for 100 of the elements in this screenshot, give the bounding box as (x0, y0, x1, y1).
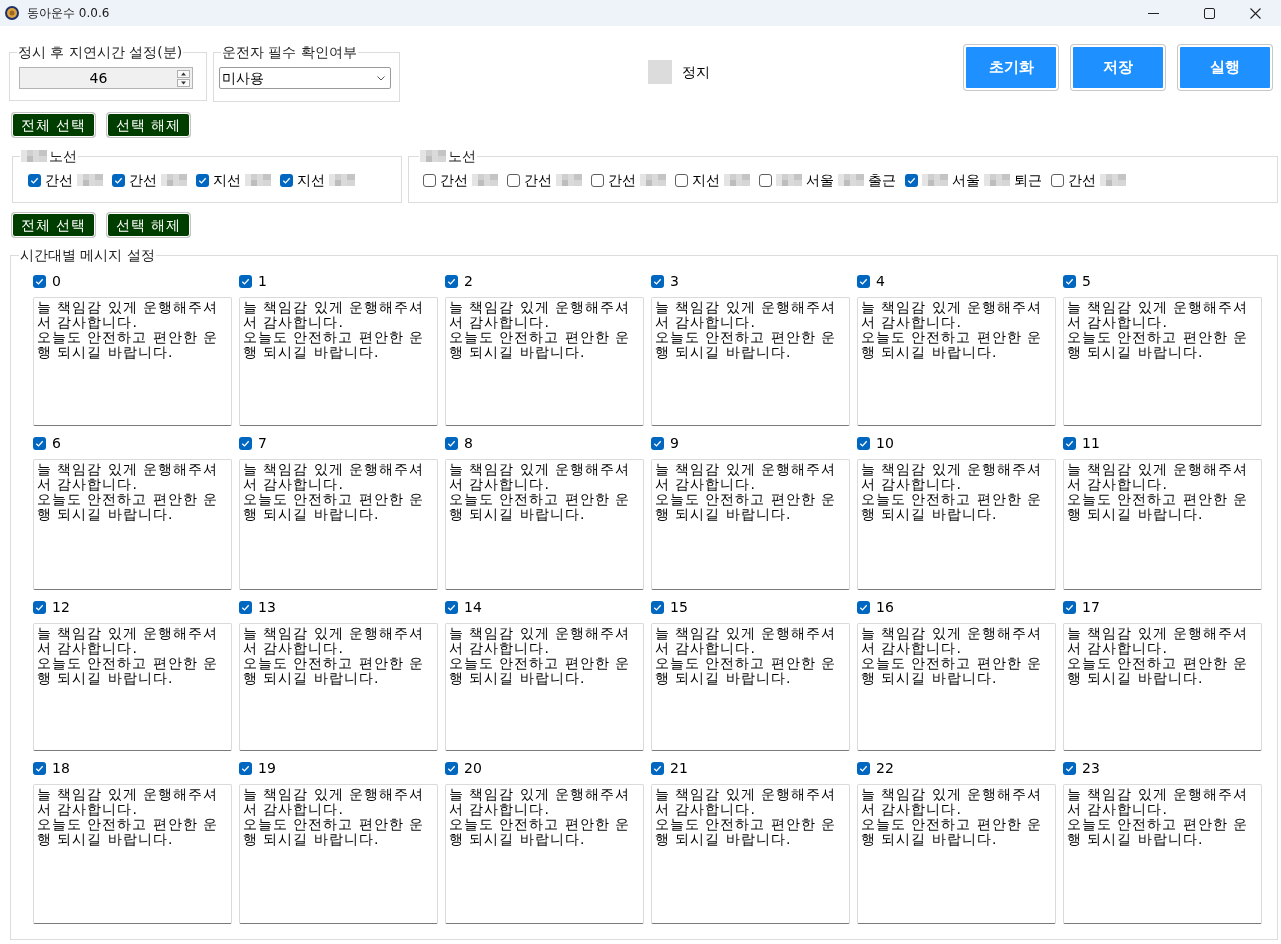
group-title: 시간대별 메시지 설정 (19, 246, 156, 264)
select-button[interactable]: 선택 해제 (107, 113, 190, 137)
checkbox[interactable] (857, 601, 870, 614)
hour-label: 15 (670, 598, 688, 617)
message-field[interactable]: 늘 책임감 있게 운행해주셔서 감사합니다. 오늘도 안전하고 편안한 운행 되시길 바랍니다. (651, 459, 850, 590)
message-field[interactable]: 늘 책임감 있게 운행해주셔서 감사합니다. 오늘도 안전하고 편안한 운행 되시길 바랍니다. (857, 297, 1056, 426)
checkbox-label: 간선 (608, 170, 636, 190)
pixelated-patch-icon (77, 174, 103, 186)
checkbox-label: 간선 (45, 170, 73, 190)
checkbox[interactable] (196, 173, 209, 187)
message-field[interactable]: 늘 책임감 있게 운행해주셔서 감사합니다. 오늘도 안전하고 편안한 운행 되시길 바랍니다. (1063, 784, 1262, 924)
message-field[interactable]: 늘 책임감 있게 운행해주셔서 감사합니다. 오늘도 안전하고 편안한 운행 되시길 바랍니다. (33, 784, 232, 924)
hour-label: 19 (258, 759, 276, 778)
message-field[interactable]: 늘 책임감 있게 운행해주셔서 감사합니다. 오늘도 안전하고 편안한 운행 되시길 바랍니다. (1063, 459, 1262, 590)
hour-label: 1 (258, 272, 267, 291)
checkbox[interactable] (1063, 762, 1076, 775)
pixelated-patch-icon (640, 174, 666, 186)
hour-label: 23 (1082, 759, 1100, 778)
message-field[interactable]: 늘 책임감 있게 운행해주셔서 감사합니다. 오늘도 안전하고 편안한 운행 되시길 바랍니다. (1063, 623, 1262, 751)
spin-up-icon[interactable] (177, 69, 190, 78)
checkbox-label: 지선 (297, 170, 325, 190)
checkbox[interactable] (651, 601, 664, 614)
hour-label: 8 (464, 434, 473, 453)
checkbox[interactable] (1063, 601, 1076, 614)
pixelated-patch-icon (420, 150, 446, 162)
checkbox[interactable] (507, 173, 520, 187)
checkbox-label: 서울 (952, 170, 980, 190)
checkbox[interactable] (905, 173, 918, 187)
checkbox[interactable] (445, 275, 458, 288)
pixelated-patch-icon (161, 174, 187, 186)
select-button[interactable]: 전체 선택 (12, 213, 95, 237)
number-field[interactable]: 46 (19, 67, 193, 89)
checkbox[interactable] (445, 601, 458, 614)
checkbox[interactable] (445, 762, 458, 775)
checkbox[interactable] (33, 437, 46, 450)
hour-label: 18 (52, 759, 70, 778)
pixelated-patch-icon (922, 174, 948, 186)
message-field[interactable]: 늘 책임감 있게 운행해주셔서 감사합니다. 오늘도 안전하고 편안한 운행 되시길 바랍니다. (445, 623, 644, 751)
checkbox[interactable] (1063, 437, 1076, 450)
checkbox[interactable] (1063, 275, 1076, 288)
hour-label: 12 (52, 598, 70, 617)
message-field[interactable]: 늘 책임감 있게 운행해주셔서 감사합니다. 오늘도 안전하고 편안한 운행 되시길 바랍니다. (239, 784, 438, 924)
group-title: 노선 (448, 147, 476, 165)
message-field[interactable]: 늘 책임감 있게 운행해주셔서 감사합니다. 오늘도 안전하고 편안한 운행 되시길 바랍니다. (445, 297, 644, 426)
message-field[interactable]: 늘 책임감 있게 운행해주셔서 감사합니다. 오늘도 안전하고 편안한 운행 되시길 바랍니다. (239, 459, 438, 590)
message-field[interactable]: 늘 책임감 있게 운행해주셔서 감사합니다. 오늘도 안전하고 편안한 운행 되시길 바랍니다. (239, 623, 438, 751)
checkbox[interactable] (445, 437, 458, 450)
message-field[interactable]: 늘 책임감 있게 운행해주셔서 감사합니다. 오늘도 안전하고 편안한 운행 되시길 바랍니다. (857, 784, 1056, 924)
dropdown[interactable]: 미사용 (219, 67, 391, 89)
checkbox-label: 서울 (806, 170, 834, 190)
hour-label: 4 (876, 272, 885, 291)
hour-label: 17 (1082, 598, 1100, 617)
pixelated-patch-icon (1100, 174, 1126, 186)
checkbox[interactable] (675, 173, 688, 187)
checkbox[interactable] (33, 275, 46, 288)
checkbox[interactable] (651, 275, 664, 288)
checkbox[interactable] (423, 173, 436, 187)
checkbox[interactable] (591, 173, 604, 187)
hour-label: 2 (464, 272, 473, 291)
checkbox[interactable] (28, 173, 41, 187)
hour-label: 11 (1082, 434, 1100, 453)
pixelated-patch-icon (776, 174, 802, 186)
select-button[interactable]: 전체 선택 (12, 113, 95, 137)
checkbox[interactable] (857, 437, 870, 450)
message-field[interactable]: 늘 책임감 있게 운행해주셔서 감사합니다. 오늘도 안전하고 편안한 운행 되시길 바랍니다. (651, 297, 850, 426)
message-field[interactable]: 늘 책임감 있게 운행해주셔서 감사합니다. 오늘도 안전하고 편안한 운행 되시길 바랍니다. (1063, 297, 1262, 426)
message-field[interactable]: 늘 책임감 있게 운행해주셔서 감사합니다. 오늘도 안전하고 편안한 운행 되시길 바랍니다. (857, 459, 1056, 590)
window-title: 동아운수 0.0.6 (27, 5, 110, 22)
checkbox[interactable] (33, 601, 46, 614)
hour-label: 14 (464, 598, 482, 617)
checkbox[interactable] (1051, 173, 1064, 187)
checkbox[interactable] (857, 762, 870, 775)
checkbox[interactable] (651, 437, 664, 450)
hour-label: 0 (52, 272, 61, 291)
minimize-icon (1147, 12, 1159, 14)
checkbox[interactable] (239, 601, 252, 614)
hour-label: 3 (670, 272, 679, 291)
message-field[interactable]: 늘 책임감 있게 운행해주셔서 감사합니다. 오늘도 안전하고 편안한 운행 되시길 바랍니다. (239, 297, 438, 426)
checkbox[interactable] (759, 173, 772, 187)
message-field[interactable]: 늘 책임감 있게 운행해주셔서 감사합니다. 오늘도 안전하고 편안한 운행 되시길 바랍니다. (33, 459, 232, 590)
checkbox[interactable] (239, 437, 252, 450)
checkbox[interactable] (112, 173, 125, 187)
message-field[interactable]: 늘 책임감 있게 운행해주셔서 감사합니다. 오늘도 안전하고 편안한 운행 되시길 바랍니다. (445, 784, 644, 924)
message-field[interactable]: 늘 책임감 있게 운행해주셔서 감사합니다. 오늘도 안전하고 편안한 운행 되시길 바랍니다. (445, 459, 644, 590)
message-field[interactable]: 늘 책임감 있게 운행해주셔서 감사합니다. 오늘도 안전하고 편안한 운행 되시길 바랍니다. (33, 623, 232, 751)
checkbox-label: 간선 (129, 170, 157, 190)
checkbox[interactable] (280, 173, 293, 187)
checkbox[interactable] (857, 275, 870, 288)
select-button[interactable]: 선택 해제 (107, 213, 190, 237)
message-field[interactable]: 늘 책임감 있게 운행해주셔서 감사합니다. 오늘도 안전하고 편안한 운행 되시길 바랍니다. (651, 784, 850, 924)
message-field[interactable]: 늘 책임감 있게 운행해주셔서 감사합니다. 오늘도 안전하고 편안한 운행 되시길 바랍니다. (651, 623, 850, 751)
checkbox[interactable] (651, 762, 664, 775)
checkbox[interactable] (239, 762, 252, 775)
checkbox[interactable] (33, 762, 46, 775)
checkbox[interactable] (239, 275, 252, 288)
message-field[interactable]: 늘 책임감 있게 운행해주셔서 감사합니다. 오늘도 안전하고 편안한 운행 되시길 바랍니다. (33, 297, 232, 426)
message-field[interactable]: 늘 책임감 있게 운행해주셔서 감사합니다. 오늘도 안전하고 편안한 운행 되시길 바랍니다. (857, 623, 1056, 751)
spin-down-icon[interactable] (177, 78, 190, 87)
status-label: 정지 (682, 62, 710, 82)
maximize-icon (1203, 7, 1215, 19)
